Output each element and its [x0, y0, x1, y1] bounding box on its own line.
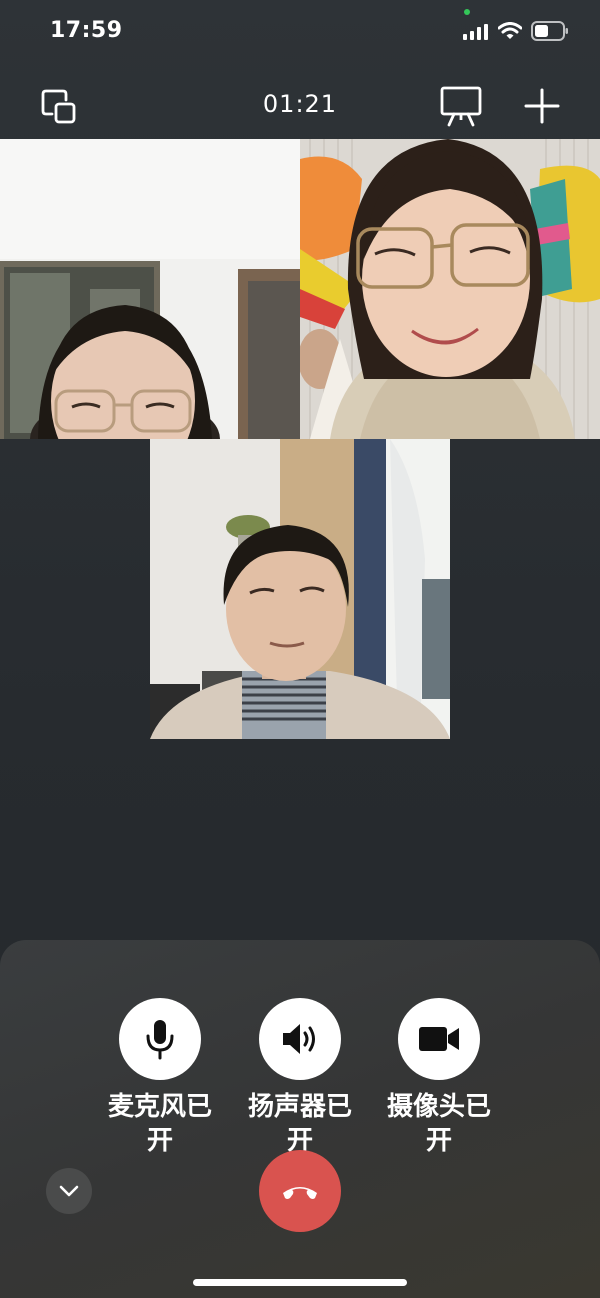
speaker-control: 扬声器已开	[230, 998, 370, 1158]
speaker-icon	[283, 1024, 315, 1054]
participant-video-feed	[300, 139, 600, 439]
microphone-toggle-button[interactable]	[119, 998, 201, 1080]
call-duration: 01:21	[262, 90, 338, 118]
participant-video-tile-1[interactable]	[0, 139, 300, 439]
phone-hangup-icon	[283, 1187, 317, 1199]
microphone-control: 麦克风已开	[90, 998, 230, 1158]
hang-up-button[interactable]	[259, 1150, 341, 1232]
microphone-status-label: 麦克风已开	[107, 1092, 212, 1156]
camera-control: 摄像头已开	[369, 998, 509, 1158]
speaker-toggle-button[interactable]	[259, 998, 341, 1080]
cellular-signal-icon	[463, 24, 488, 40]
battery-icon	[531, 21, 568, 41]
participant-video-tile-3[interactable]	[150, 439, 450, 739]
wifi-icon	[498, 22, 522, 39]
home-indicator[interactable]	[193, 1279, 407, 1286]
plus-icon	[524, 88, 560, 124]
participant-video-tile-2[interactable]	[300, 139, 600, 439]
camera-toggle-button[interactable]	[398, 998, 480, 1080]
call-control-panel: 麦克风已开 扬声器已开 摄像头已开	[0, 940, 600, 1298]
microphone-icon	[146, 1020, 174, 1060]
screen-share-button[interactable]	[436, 82, 486, 130]
camera-status-label: 摄像头已开	[386, 1092, 491, 1156]
add-participant-button[interactable]	[520, 84, 564, 128]
status-bar: 17:59	[0, 0, 600, 66]
privacy-indicator-dot	[464, 9, 470, 15]
speaker-status-label: 扬声器已开	[247, 1092, 352, 1156]
chevron-down-icon	[59, 1185, 79, 1197]
call-top-bar: 01:21	[0, 78, 600, 132]
collapse-panel-button[interactable]	[46, 1168, 92, 1214]
screen-share-icon	[440, 86, 482, 127]
participant-video-feed	[0, 139, 300, 439]
video-camera-icon	[419, 1027, 459, 1051]
participant-video-feed	[150, 439, 450, 739]
status-time: 17:59	[50, 18, 123, 43]
